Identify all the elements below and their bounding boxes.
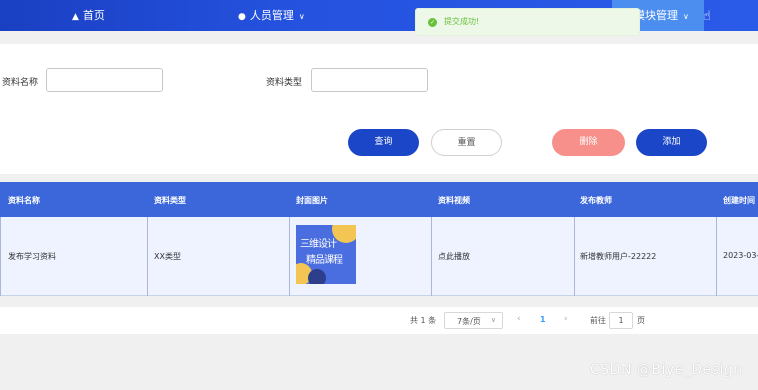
page-size-value: 7条/页 — [457, 317, 481, 326]
pagination-total: 共 1 条 — [410, 316, 437, 325]
search-panel: 资料名称 资料类型 查询 重置 删除 添加 — [0, 44, 758, 174]
next-page-icon[interactable]: › — [564, 314, 568, 324]
chevron-down-icon: ∨ — [490, 316, 496, 324]
nav-people-label: 人员管理 — [249, 9, 294, 22]
column-header-video[interactable]: 资料视频 — [438, 195, 470, 206]
search-button[interactable]: 查询 — [348, 129, 419, 156]
table-row[interactable]: 发布学习资料 XX类型 三维设计 精品课程 点此播放 新增教师用户-22222 … — [0, 217, 758, 296]
hand-cursor-icon: ☝ — [703, 9, 711, 24]
nav-item-home[interactable]: ▲ 首页 — [72, 0, 105, 31]
top-nav: ▲ 首页 ● 人员管理 ∨ 模块管理 ∨ ☝ — [0, 0, 758, 31]
cell-created: 2023-03-1 — [723, 251, 758, 260]
column-header-created[interactable]: 创建时间 — [723, 195, 755, 206]
cell-divider — [0, 217, 1, 296]
column-header-type[interactable]: 资料类型 — [154, 195, 186, 206]
cover-image[interactable]: 三维设计 精品课程 — [296, 225, 356, 284]
toast-message: 提交成功! — [444, 17, 480, 26]
table-header: 资料名称 资料类型 封面图片 资料视频 发布教师 创建时间 — [0, 182, 758, 217]
chevron-down-icon: ∨ — [683, 12, 689, 21]
user-icon: ● — [238, 12, 246, 22]
type-label: 资料类型 — [266, 78, 303, 88]
name-input[interactable] — [46, 68, 163, 92]
current-page[interactable]: 1 — [540, 315, 546, 324]
pagination: 共 1 条 7条/页 ∨ ‹ 1 › 前往 1 页 — [0, 307, 758, 334]
column-header-teacher[interactable]: 发布教师 — [580, 195, 612, 206]
delete-button[interactable]: 删除 — [552, 129, 625, 156]
cell-video-link[interactable]: 点此播放 — [438, 251, 470, 262]
type-input[interactable] — [311, 68, 428, 92]
chevron-down-icon: ∨ — [298, 12, 305, 21]
cover-title-line-1: 三维设计 — [300, 239, 337, 250]
cover-title-line-2: 精品课程 — [306, 255, 343, 266]
name-label: 资料名称 — [2, 78, 39, 88]
nav-module-label: 模块管理 — [634, 9, 678, 22]
add-button[interactable]: 添加 — [636, 129, 707, 156]
cell-teacher: 新增教师用户-22222 — [580, 252, 657, 261]
page-suffix: 页 — [637, 316, 645, 325]
home-icon: ▲ — [72, 12, 79, 22]
cell-divider — [574, 217, 575, 296]
cell-divider — [716, 217, 717, 296]
prev-page-icon[interactable]: ‹ — [517, 314, 521, 324]
nav-home-label: 首页 — [82, 9, 105, 22]
cell-divider — [431, 217, 432, 296]
page-size-select[interactable]: 7条/页 ∨ — [444, 312, 503, 329]
cell-name: 发布学习资料 — [8, 252, 56, 261]
cell-divider — [289, 217, 290, 296]
column-header-cover[interactable]: 封面图片 — [296, 195, 328, 206]
reset-button[interactable]: 重置 — [431, 129, 502, 156]
success-toast: ✓ 提交成功! — [415, 8, 640, 36]
cell-divider — [147, 217, 148, 296]
cell-type: XX类型 — [154, 252, 181, 261]
column-header-name[interactable]: 资料名称 — [8, 195, 40, 206]
goto-label: 前往 — [590, 316, 606, 325]
goto-page-input[interactable]: 1 — [609, 312, 633, 329]
check-circle-icon: ✓ — [428, 18, 437, 27]
watermark: CSDN @Biye_Design — [590, 362, 743, 378]
nav-item-people[interactable]: ● 人员管理 ∨ — [238, 0, 305, 31]
